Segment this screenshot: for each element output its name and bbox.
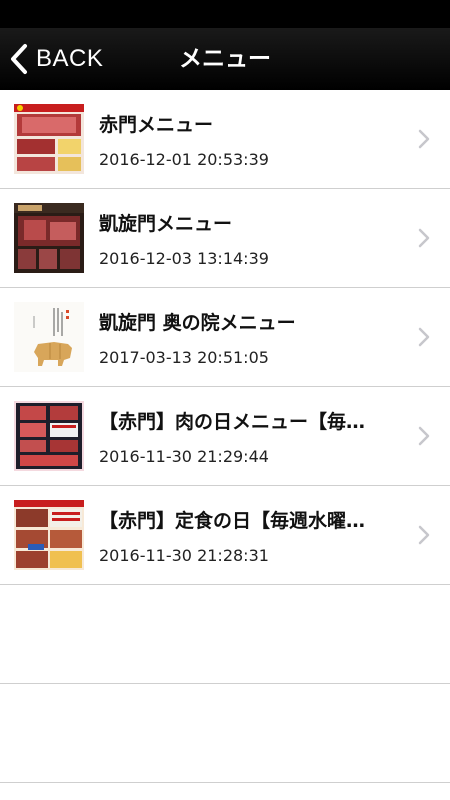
chevron-right-icon bbox=[418, 426, 430, 450]
menu-list: 赤門メニュー 2016-12-01 20:53:39 凱旋門メニュー 2016-… bbox=[0, 90, 450, 783]
navigation-bar: BACK メニュー bbox=[0, 28, 450, 90]
list-item-title: 【赤門】定食の日【毎週水曜… bbox=[99, 510, 366, 532]
list-item-date: 2016-12-03 13:14:39 bbox=[99, 249, 269, 268]
chevron-right-icon bbox=[418, 327, 430, 351]
back-label: BACK bbox=[36, 45, 104, 72]
back-button[interactable]: BACK bbox=[10, 28, 103, 90]
list-item-date: 2016-11-30 21:29:44 bbox=[99, 447, 269, 466]
menu-thumbnail bbox=[14, 104, 84, 174]
list-item-text: 凱旋門 奥の院メニュー 2017-03-13 20:51:05 bbox=[99, 288, 406, 386]
list-item-text: 赤門メニュー 2016-12-01 20:53:39 bbox=[99, 90, 406, 188]
chevron-right-icon bbox=[418, 525, 430, 549]
list-item-date: 2017-03-13 20:51:05 bbox=[99, 348, 269, 367]
list-item-title: 赤門メニュー bbox=[99, 114, 214, 136]
chevron-left-icon bbox=[10, 43, 28, 75]
empty-list-row bbox=[0, 585, 450, 684]
screen: BACK メニュー 赤門メニュー 2016-12-01 20:53:39 凱旋門… bbox=[0, 0, 450, 800]
chevron-right-icon bbox=[418, 129, 430, 153]
menu-thumbnail bbox=[14, 401, 84, 471]
menu-thumbnail bbox=[14, 203, 84, 273]
list-item[interactable]: 凱旋門メニュー 2016-12-03 13:14:39 bbox=[0, 189, 450, 288]
empty-list-row bbox=[0, 684, 450, 783]
status-bar bbox=[0, 0, 450, 28]
list-item-title: 凱旋門メニュー bbox=[99, 213, 233, 235]
list-item[interactable]: 赤門メニュー 2016-12-01 20:53:39 bbox=[0, 90, 450, 189]
list-item-title: 凱旋門 奥の院メニュー bbox=[99, 312, 296, 334]
list-item[interactable]: 【赤門】定食の日【毎週水曜… 2016-11-30 21:28:31 bbox=[0, 486, 450, 585]
list-item[interactable]: 【赤門】肉の日メニュー【毎… 2016-11-30 21:29:44 bbox=[0, 387, 450, 486]
list-item-title: 【赤門】肉の日メニュー【毎… bbox=[99, 411, 366, 433]
menu-thumbnail bbox=[14, 500, 84, 570]
list-item-date: 2016-11-30 21:28:31 bbox=[99, 546, 269, 565]
list-item-text: 凱旋門メニュー 2016-12-03 13:14:39 bbox=[99, 189, 406, 287]
chevron-right-icon bbox=[418, 228, 430, 252]
list-item[interactable]: 凱旋門 奥の院メニュー 2017-03-13 20:51:05 bbox=[0, 288, 450, 387]
list-item-text: 【赤門】肉の日メニュー【毎… 2016-11-30 21:29:44 bbox=[99, 387, 406, 485]
list-item-text: 【赤門】定食の日【毎週水曜… 2016-11-30 21:28:31 bbox=[99, 486, 406, 584]
menu-thumbnail bbox=[14, 302, 84, 372]
list-item-date: 2016-12-01 20:53:39 bbox=[99, 150, 269, 169]
